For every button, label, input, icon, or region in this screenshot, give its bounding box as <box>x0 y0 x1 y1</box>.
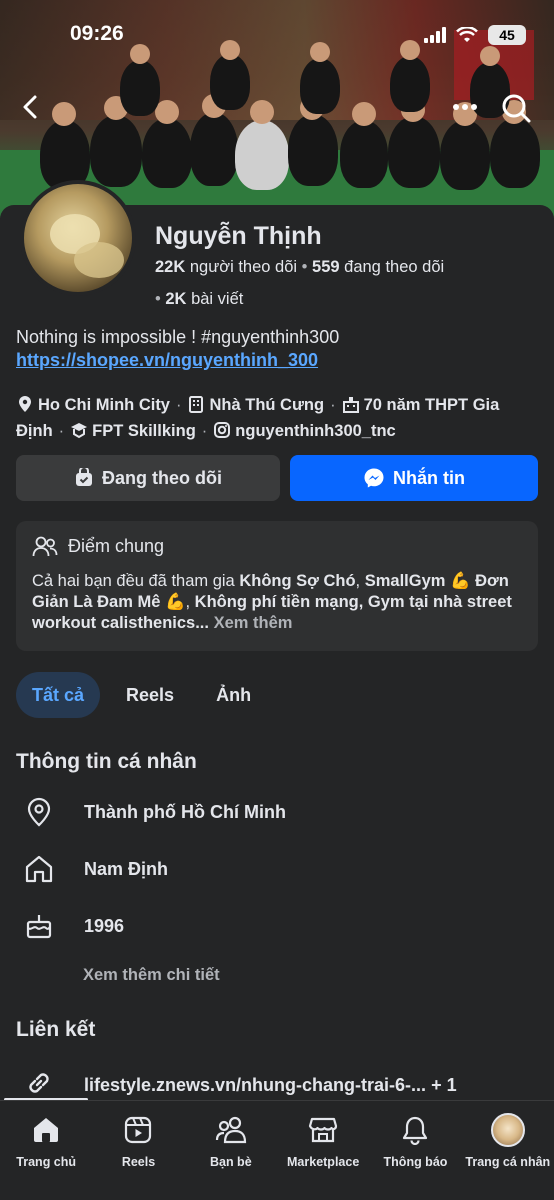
nav-home[interactable]: Trang chủ <box>0 1101 92 1200</box>
info-hometown: Nam Định <box>84 858 169 879</box>
following-button[interactable]: Đang theo dõi <box>16 455 280 501</box>
info-city-row[interactable]: Thành phố Hồ Chí Minh <box>24 797 286 827</box>
info-birth-year: 1996 <box>84 915 125 936</box>
nav-friends-label: Bạn bè <box>209 1155 252 1169</box>
nav-reels-label: Reels <box>121 1155 156 1169</box>
mutual-see-more[interactable]: Xem thêm <box>214 614 293 632</box>
nav-notifications[interactable]: Thông báo <box>369 1101 461 1200</box>
info-city: Thành phố Hồ Chí Minh <box>84 801 286 822</box>
detail-work[interactable]: Nhà Thú Cưng <box>209 396 324 414</box>
info-hometown-row[interactable]: Nam Định <box>24 854 168 884</box>
following-count: 559 <box>312 258 340 276</box>
following-label: đang theo dõi <box>344 258 445 276</box>
nav-marketplace[interactable]: Marketplace <box>277 1101 369 1200</box>
location-pin-icon <box>27 797 51 827</box>
nav-profile-label: Trang cá nhân <box>465 1155 551 1169</box>
profile-avatar-icon <box>490 1113 525 1147</box>
building-icon <box>189 396 204 413</box>
location-pin-icon <box>19 396 31 412</box>
nav-reels[interactable]: Reels <box>92 1101 184 1200</box>
instagram-icon <box>214 422 231 438</box>
wifi-icon <box>456 27 478 42</box>
mutual-separator-2: , <box>185 593 195 611</box>
status-time: 09:26 <box>70 22 124 45</box>
message-button[interactable]: Nhắn tin <box>290 455 538 501</box>
mutual-section[interactable]: Điểm chung Cả hai bạn đều đã tham gia Kh… <box>16 521 538 651</box>
mutual-title: Điểm chung <box>68 535 165 556</box>
link-row[interactable]: lifestyle.znews.vn/nhung-chang-trai-6-..… <box>24 1068 457 1103</box>
nav-profile[interactable]: Trang cá nhân <box>462 1101 554 1200</box>
school-icon <box>342 397 359 413</box>
profile-tabs: Tất cả Reels Ảnh <box>16 672 267 718</box>
see-more-details[interactable]: Xem thêm chi tiết <box>83 966 220 985</box>
follow-stats[interactable]: 22K người theo dõi • 559 đang theo dõi <box>155 258 444 277</box>
home-icon <box>25 855 53 883</box>
battery-indicator: 45 <box>488 25 526 45</box>
link-icon <box>29 1073 49 1093</box>
profile-bio: Nothing is impossible ! #nguyenthinh300 <box>16 327 340 347</box>
personal-info-title: Thông tin cá nhân <box>16 750 197 773</box>
status-icons: 45 <box>424 25 526 45</box>
profile-avatar[interactable] <box>20 180 136 296</box>
profile-name: Nguyễn Thịnh <box>155 222 322 250</box>
posts-count: 2K <box>165 290 187 308</box>
search-icon[interactable] <box>500 92 532 124</box>
tab-all[interactable]: Tất cả <box>16 672 101 718</box>
marketplace-icon <box>309 1117 338 1143</box>
mutual-separator-1: , <box>355 572 365 590</box>
posts-stats[interactable]: • 2K bài viết <box>155 290 243 309</box>
following-button-label: Đang theo dõi <box>102 467 222 488</box>
signal-icon <box>424 27 446 43</box>
bell-icon <box>403 1116 428 1145</box>
mutual-prefix: Cả hai bạn đều đã tham gia <box>32 572 240 590</box>
friends-icon <box>215 1116 246 1144</box>
nav-notifications-label: Thông báo <box>383 1155 448 1169</box>
bottom-nav: Trang chủ Reels Bạn bè Marketplace Thông… <box>0 1100 554 1200</box>
info-birth-row[interactable]: 1996 <box>24 911 124 941</box>
detail-location[interactable]: Ho Chi Minh City <box>38 396 170 414</box>
detail-instagram[interactable]: nguyenthinh300_tnc <box>235 422 395 440</box>
profile-details: Ho Chi Minh City · Nhà Thú Cưng · 70 năm THP… <box>16 396 500 440</box>
reels-icon <box>125 1116 152 1144</box>
status-bar: 09:26 45 <box>0 22 554 52</box>
following-icon <box>76 468 92 486</box>
home-icon <box>34 1118 59 1142</box>
nav-marketplace-label: Marketplace <box>287 1155 360 1169</box>
tab-photos[interactable]: Ảnh <box>200 672 267 718</box>
tab-reels[interactable]: Reels <box>110 672 190 718</box>
more-icon[interactable] <box>450 92 480 122</box>
education-icon <box>71 423 88 439</box>
birthday-cake-icon <box>26 915 52 939</box>
nav-friends[interactable]: Bạn bè <box>185 1101 277 1200</box>
link-extra: + 1 <box>431 1075 457 1095</box>
profile-link[interactable]: https://shopee.vn/nguyenthinh_300 <box>16 350 318 371</box>
people-icon <box>32 536 58 557</box>
followers-count: 22K <box>155 258 186 276</box>
mutual-text: Cả hai bạn đều đã tham gia Không Sợ Chó,… <box>32 571 522 634</box>
links-title: Liên kết <box>16 1018 96 1041</box>
mutual-group-1[interactable]: Không Sợ Chó <box>239 572 355 590</box>
nav-home-label: Trang chủ <box>16 1155 77 1169</box>
message-button-label: Nhắn tin <box>393 467 465 488</box>
followers-label: người theo dõi <box>189 258 298 276</box>
link-url: lifestyle.znews.vn/nhung-chang-trai-6-..… <box>84 1075 427 1095</box>
back-icon[interactable] <box>16 92 46 122</box>
detail-education[interactable]: FPT Skillking <box>92 422 196 440</box>
messenger-icon <box>364 468 384 488</box>
posts-label: bài viết <box>191 290 244 308</box>
